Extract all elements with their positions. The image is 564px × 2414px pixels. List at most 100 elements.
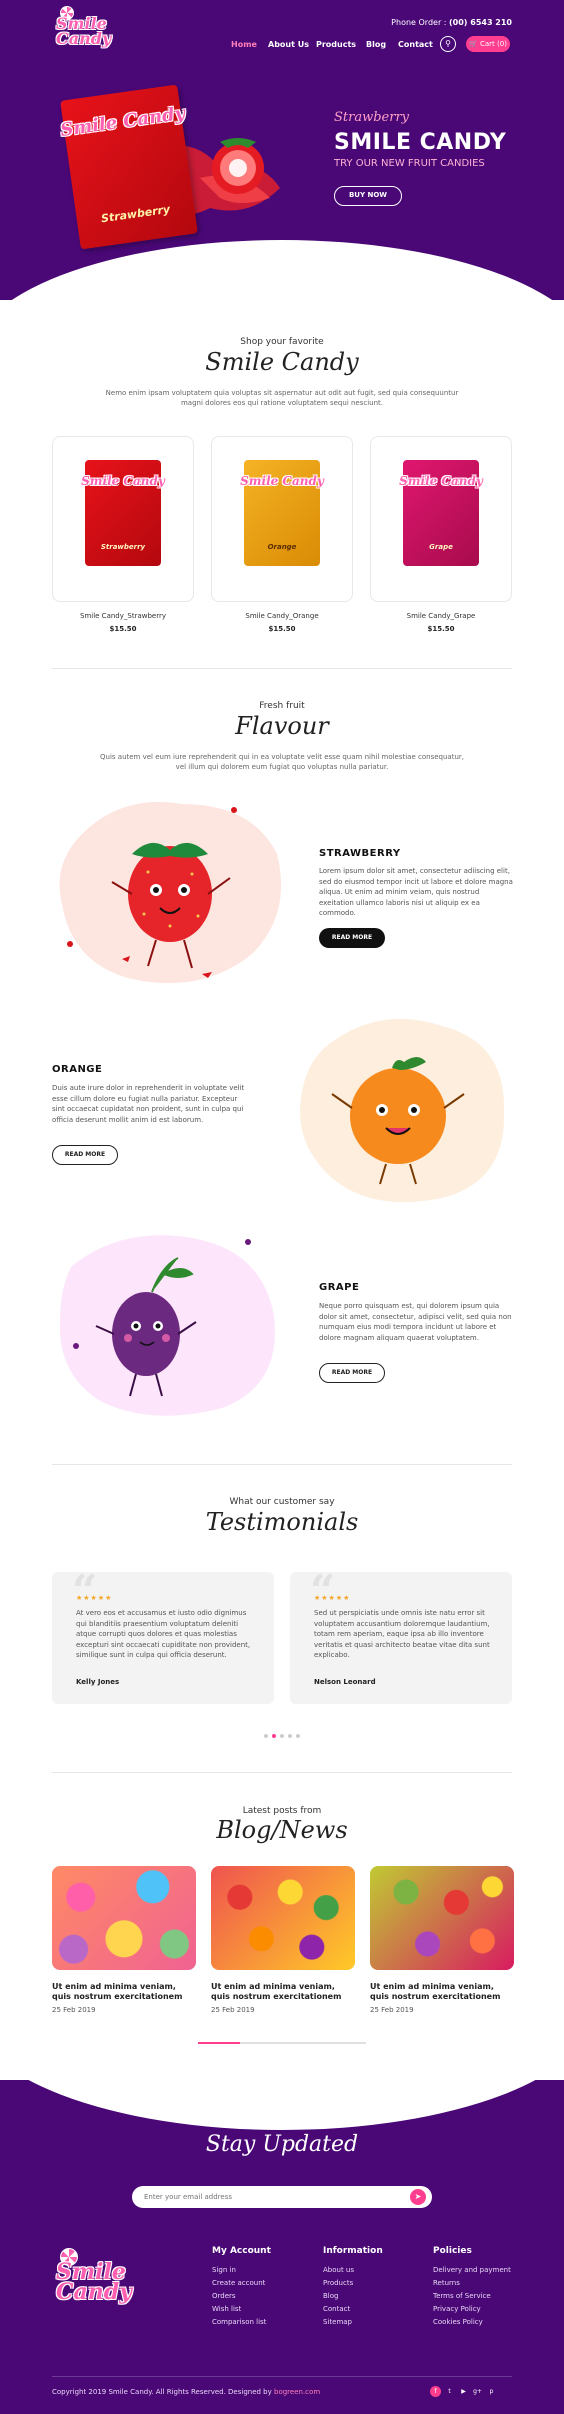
nav-home[interactable]: Home xyxy=(231,40,257,49)
blog-scrollbar-thumb[interactable] xyxy=(198,2042,240,2044)
twitter-icon[interactable]: t xyxy=(444,2386,455,2397)
newsletter-email-input[interactable] xyxy=(132,2186,432,2208)
flavour-description: Quis autem vel eum iure reprehenderit qu… xyxy=(100,753,464,771)
testimonials-kicker: What our customer say xyxy=(229,1497,335,1507)
newsletter-submit-button[interactable]: ➤ xyxy=(410,2189,426,2205)
footer-link[interactable]: Orders xyxy=(212,2292,236,2300)
pinterest-icon[interactable]: p xyxy=(486,2386,497,2397)
product-image-strawberry[interactable]: Smile Candy Strawberry xyxy=(81,460,165,566)
rating-stars: ★★★★★ xyxy=(76,1594,113,1602)
footer-logo[interactable]: Smile Candy xyxy=(52,2248,152,2328)
footer-link[interactable]: Cookies Policy xyxy=(433,2318,483,2326)
product-name[interactable]: Smile Candy_Strawberry xyxy=(52,612,194,620)
read-more-button[interactable]: READ MORE xyxy=(52,1145,118,1165)
facebook-icon[interactable]: f xyxy=(430,2386,441,2397)
testimonial-text: Sed ut perspiciatis unde omnis iste natu… xyxy=(314,1609,490,1659)
cart-button[interactable]: 🛒 Cart (0) xyxy=(466,36,510,52)
footer-link[interactable]: Comparison list xyxy=(212,2318,266,2326)
footer-link[interactable]: Sitemap xyxy=(323,2318,352,2326)
slider-dot[interactable] xyxy=(287,276,293,282)
slider-dot[interactable] xyxy=(278,276,284,282)
packet-logo: Smile Candy xyxy=(399,473,483,488)
blog-post-title[interactable]: Ut enim ad minima veniam, quis nostrum e… xyxy=(52,1982,196,2002)
carousel-dot[interactable] xyxy=(264,1734,268,1738)
footer-link[interactable]: Wish list xyxy=(212,2305,241,2313)
product-price: $15.50 xyxy=(109,625,137,633)
hero-subtitle: Strawberry xyxy=(334,110,410,125)
footer-link[interactable]: Delivery and payment xyxy=(433,2266,511,2274)
read-more-button[interactable]: READ MORE xyxy=(319,928,385,948)
nav-blog[interactable]: Blog xyxy=(366,40,386,49)
rating-stars: ★★★★★ xyxy=(314,1594,351,1602)
blog-image[interactable] xyxy=(370,1866,514,1970)
section-divider xyxy=(52,1772,512,1773)
flavour-title: Flavour xyxy=(235,712,329,740)
products-description: Nemo enim ipsam voluptatem quia voluptas… xyxy=(105,389,459,407)
phone-order: Phone Order : (00) 6543 210 xyxy=(391,18,512,27)
hero-candy-packet: Smile Candy Strawberry xyxy=(59,84,198,250)
nav-about-us[interactable]: About Us xyxy=(268,40,309,49)
footer-link[interactable]: Blog xyxy=(323,2292,338,2300)
blog-post-date: 25 Feb 2019 xyxy=(211,2006,255,2014)
nav-contact[interactable]: Contact xyxy=(398,40,433,49)
product-image-orange[interactable]: Smile Candy Orange xyxy=(240,460,324,566)
blog-scrollbar[interactable] xyxy=(198,2042,366,2044)
packet-flavor: Strawberry xyxy=(100,543,146,552)
footer-link[interactable]: Create account xyxy=(212,2279,265,2287)
site-logo[interactable]: Smile Candy xyxy=(52,6,126,68)
phone-label: Phone Order : xyxy=(391,18,447,27)
blog-image[interactable] xyxy=(52,1866,196,1970)
slider-dot[interactable] xyxy=(269,276,275,282)
footer-link[interactable]: Contact xyxy=(323,2305,350,2313)
footer-link[interactable]: Terms of Service xyxy=(433,2292,491,2300)
blog-image[interactable] xyxy=(211,1866,355,1970)
search-button[interactable]: ⚲ xyxy=(440,36,456,52)
product-image-grape[interactable]: Smile Candy Grape xyxy=(399,460,483,566)
flavour-text-strawberry: Lorem ipsum dolor sit amet, consectetur … xyxy=(319,867,513,917)
footer-link[interactable]: Sign in xyxy=(212,2266,236,2274)
blog-post-title[interactable]: Ut enim ad minima veniam, quis nostrum e… xyxy=(370,1982,514,2002)
newsletter-kicker: Join our newsletter xyxy=(239,2120,325,2130)
packet-flavor: Strawberry xyxy=(100,202,171,226)
packet-flavor: Grape xyxy=(429,543,453,552)
youtube-icon[interactable]: ▶ xyxy=(458,2386,469,2397)
footer-link[interactable]: Products xyxy=(323,2279,353,2287)
footer-link[interactable]: About us xyxy=(323,2266,354,2274)
copyright: Copyright 2019 Smile Candy. All Rights R… xyxy=(52,2388,320,2396)
footer-logo-text: Smile Candy xyxy=(56,2259,132,2305)
blog-title: Blog/News xyxy=(216,1816,348,1844)
carousel-dot[interactable] xyxy=(296,1734,300,1738)
hero-title: SMILE CANDY xyxy=(334,130,507,155)
carousel-dot[interactable] xyxy=(280,1734,284,1738)
testimonial-text: At vero eos et accusamus et iusto odio d… xyxy=(76,1609,251,1659)
nav-products[interactable]: Products xyxy=(316,40,356,49)
phone-number[interactable]: (00) 6543 210 xyxy=(449,18,512,27)
section-divider xyxy=(52,668,512,669)
buy-now-button[interactable]: BUY NOW xyxy=(334,186,402,206)
testimonial-card: “ ★★★★★ At vero eos et accusamus et iust… xyxy=(52,1566,274,1704)
footer-column-title: Policies xyxy=(433,2246,472,2256)
blog-kicker: Latest posts from xyxy=(242,1806,322,1816)
packet-logo: Smile Candy xyxy=(81,473,165,488)
designer-link[interactable]: bogreen.com xyxy=(274,2388,320,2396)
cart-label: Cart (0) xyxy=(480,40,507,48)
send-icon: ➤ xyxy=(414,2192,422,2201)
footer-link[interactable]: Returns xyxy=(433,2279,460,2287)
google-plus-icon[interactable]: g+ xyxy=(472,2386,483,2397)
carousel-dot[interactable] xyxy=(272,1734,276,1738)
carousel-dot[interactable] xyxy=(288,1734,292,1738)
packet-logo: Smile Candy xyxy=(240,473,324,488)
footer-column-title: My Account xyxy=(212,2246,271,2256)
logo-text: Smile Candy xyxy=(56,14,112,48)
footer-link[interactable]: Privacy Policy xyxy=(433,2305,481,2313)
blog-post-title[interactable]: Ut enim ad minima veniam, quis nostrum e… xyxy=(211,1982,355,2002)
testimonial-author: Nelson Leonard xyxy=(314,1678,376,1686)
newsletter-title: Stay Updated xyxy=(205,2132,359,2157)
testimonial-card: “ ★★★★★ Sed ut perspiciatis unde omnis i… xyxy=(290,1566,512,1704)
product-name[interactable]: Smile Candy_Orange xyxy=(211,612,353,620)
product-name[interactable]: Smile Candy_Grape xyxy=(370,612,512,620)
flavour-kicker: Fresh fruit xyxy=(259,701,305,711)
read-more-button[interactable]: READ MORE xyxy=(319,1363,385,1383)
flavour-text-grape: Neque porro quisquam est, qui dolorem ip… xyxy=(319,1302,512,1342)
products-title: Smile Candy xyxy=(205,348,359,376)
